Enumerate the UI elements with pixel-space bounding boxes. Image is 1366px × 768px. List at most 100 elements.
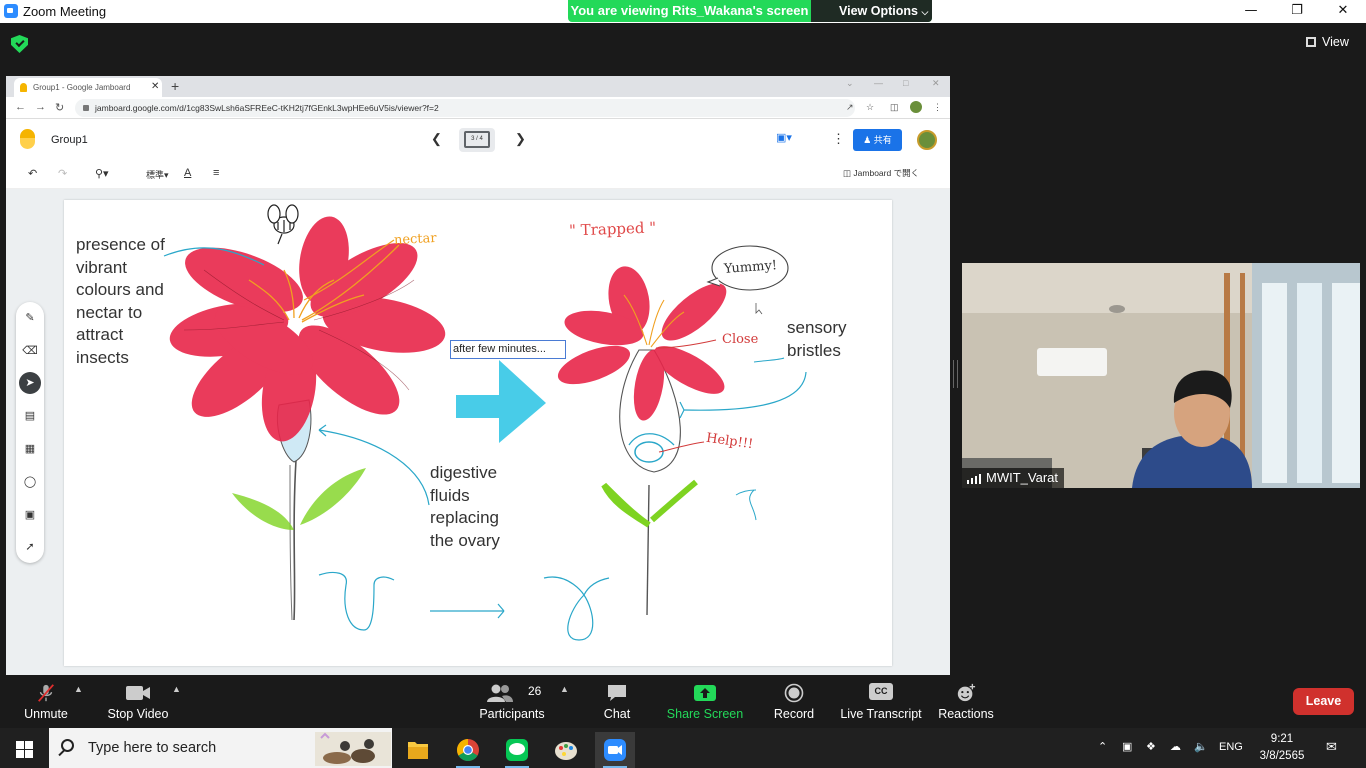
back-arrow-icon[interactable]: ← (15, 101, 26, 113)
open-in-jamboard-button[interactable]: ◫ Jamboard で開く (843, 167, 919, 179)
frame-counter: 3 / 4 (464, 131, 490, 148)
note-line: colours and (76, 280, 164, 299)
frame-bar-button[interactable]: 3 / 4 (459, 128, 495, 152)
taskbar-zoom[interactable] (595, 732, 635, 768)
textbox-after-few-minutes[interactable]: after few minutes... (450, 340, 566, 359)
notifications-icon[interactable]: ✉ (1326, 739, 1337, 755)
live-transcript-button[interactable]: CC Live Transcript (840, 675, 922, 728)
video-options-caret[interactable]: ▲ (172, 684, 181, 694)
show-hidden-icons[interactable]: ⌃ (1098, 740, 1107, 753)
chat-button[interactable]: Chat (594, 675, 640, 728)
laser-icon[interactable]: ➚ (22, 539, 38, 555)
panel-resize-handle[interactable] (953, 360, 958, 388)
circle-shape-icon[interactable]: ◯ (22, 474, 38, 490)
windows-start-button[interactable] (0, 728, 48, 768)
undo-icon[interactable]: ↶ (28, 167, 37, 180)
participant-video[interactable]: MWIT_Varat (962, 263, 1360, 488)
browser-minimize-icon[interactable]: — (874, 78, 883, 88)
participants-options-caret[interactable]: ▲ (560, 684, 569, 694)
redo-icon[interactable]: ↷ (58, 167, 67, 180)
url-field[interactable]: jamboard.google.com/d/1cg83SwLsh6aSFREeC… (75, 99, 855, 117)
browser-close-icon[interactable]: ✕ (932, 78, 940, 89)
smiley-plus-icon (957, 683, 976, 702)
align-icon[interactable]: ≡ (213, 167, 219, 179)
tab-search-icon[interactable]: ⌄ (846, 78, 854, 89)
user-avatar[interactable] (917, 130, 937, 150)
volume-icon[interactable]: 🔈 (1194, 740, 1208, 753)
chat-label: Chat (603, 707, 631, 721)
unmute-label: Unmute (24, 707, 68, 721)
taskbar-search-box[interactable]: Type here to search (49, 728, 392, 768)
sticky-note-icon[interactable]: ▤ (22, 408, 38, 424)
browser-tab-title: Group1 - Google Jamboard (33, 83, 131, 92)
profile-avatar[interactable] (910, 101, 922, 113)
share-screen-button[interactable]: Share Screen (666, 675, 744, 728)
onedrive-cloud-icon[interactable]: ☁ (1170, 740, 1181, 753)
note-line: insects (76, 347, 129, 367)
close-button[interactable]: ✕ (1320, 0, 1366, 23)
security-shield-icon[interactable] (11, 35, 28, 53)
search-icon (61, 739, 74, 752)
taskbar-chrome[interactable] (448, 732, 488, 768)
stop-video-button[interactable]: Stop Video (100, 675, 176, 728)
share-page-icon[interactable]: ↗ (846, 102, 856, 112)
audio-options-caret[interactable]: ▲ (74, 684, 83, 694)
reload-icon[interactable]: ↻ (55, 101, 64, 114)
video-camera-icon (126, 686, 150, 700)
participants-count: 26 (528, 684, 542, 698)
leave-button[interactable]: Leave (1293, 688, 1354, 715)
taskbar-file-explorer[interactable] (398, 732, 438, 768)
restore-button[interactable]: ❐ (1274, 0, 1320, 23)
clock-time: 9:21 (1270, 733, 1294, 745)
present-icon[interactable]: ▣▾ (776, 131, 802, 147)
taskbar-paint[interactable] (546, 732, 586, 768)
tab-close-icon[interactable]: ✕ (151, 81, 159, 92)
forward-arrow-icon[interactable]: → (35, 101, 46, 113)
view-options-button[interactable]: View Options ⌵ (811, 0, 932, 22)
eraser-icon[interactable]: ⌫ (22, 343, 38, 359)
record-button[interactable]: Record (770, 675, 818, 728)
browser-restore-icon[interactable]: □ (903, 78, 908, 88)
wifi-icon[interactable]: ❖ (1146, 740, 1156, 753)
note-attraction[interactable]: presence of vibrant colours and nectar t… (76, 234, 165, 369)
hand-label-nectar: nectar (393, 230, 437, 249)
text-box-icon[interactable]: ▣ (22, 507, 38, 523)
text-color-icon[interactable]: A (184, 167, 191, 179)
reactions-button[interactable]: Reactions (936, 675, 996, 728)
participants-button[interactable]: 26 Participants (476, 675, 548, 728)
board-title[interactable]: Group1 (51, 134, 88, 146)
meet-now-icon[interactable]: ▣ (1122, 740, 1132, 753)
image-icon[interactable]: ▦ (22, 441, 38, 457)
next-frame-icon[interactable]: ❯ (515, 131, 526, 147)
side-panel-icon[interactable]: ◫ (890, 102, 900, 112)
browser-menu-icon[interactable]: ⋮ (933, 102, 943, 112)
browser-address-bar: ← → ↻ jamboard.google.com/d/1cg83SwLsh6a… (6, 97, 950, 119)
zoom-icon[interactable]: ⚲▾ (95, 167, 109, 180)
view-button[interactable]: View (1306, 35, 1349, 49)
browser-tab[interactable]: Group1 - Google Jamboard ✕ (14, 78, 162, 97)
taskbar-clock[interactable]: 9:21 3/8/2565 (1254, 731, 1310, 765)
input-language[interactable]: ENG (1219, 741, 1243, 753)
note-digestive[interactable]: digestive fluids replacing the ovary (430, 462, 500, 552)
bookmark-star-icon[interactable]: ☆ (866, 102, 876, 112)
share-screen-label: Share Screen (666, 707, 744, 721)
chevron-down-icon: ⌵ (921, 7, 929, 17)
transition-arrow (456, 360, 546, 443)
jamboard-header: Group1 ❮ 3 / 4 ❯ ▣▾ ⋮ ♟ 共有 (6, 119, 950, 159)
more-options-icon[interactable]: ⋮ (832, 131, 845, 147)
select-arrow-icon[interactable]: ➤ (19, 372, 41, 394)
zoom-level-dropdown[interactable]: 標準▾ (146, 168, 169, 181)
prev-frame-icon[interactable]: ❮ (431, 131, 442, 147)
pen-icon[interactable]: ✎ (22, 310, 38, 326)
new-tab-icon[interactable]: + (171, 78, 179, 94)
minimize-button[interactable]: — (1228, 0, 1274, 23)
note-line: the ovary (430, 530, 500, 550)
participant-name: MWIT_Varat (986, 470, 1058, 485)
jamboard-canvas[interactable]: nectar " Trapped " Yummy! Close Help!!! … (64, 200, 892, 666)
share-button[interactable]: ♟ 共有 (853, 129, 902, 151)
taskbar-line[interactable] (497, 732, 537, 768)
unmute-button[interactable]: Unmute (14, 675, 78, 728)
note-line: fluids (430, 485, 470, 505)
note-sensory[interactable]: sensory bristles (787, 317, 847, 362)
open-in-jamboard-label: Jamboard で開く (853, 168, 920, 178)
